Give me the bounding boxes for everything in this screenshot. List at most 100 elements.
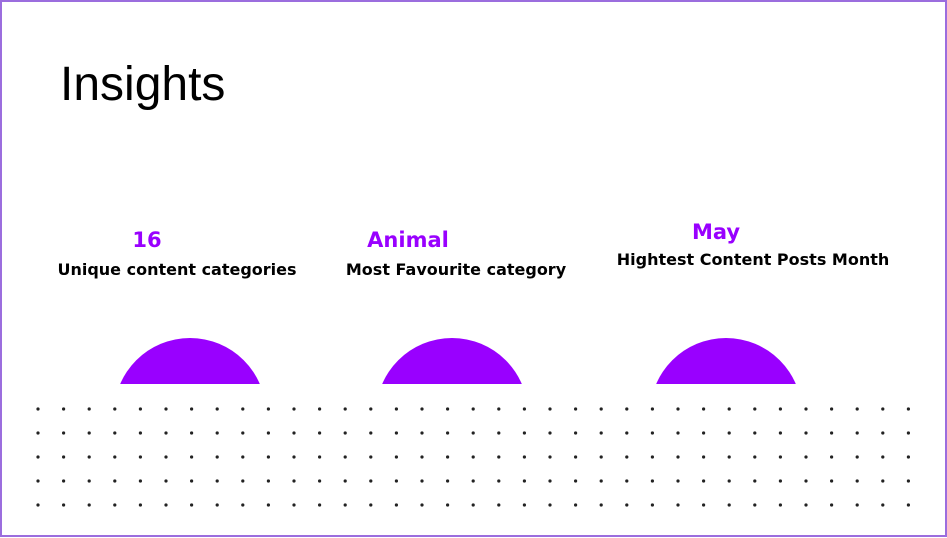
grid-dot bbox=[471, 503, 475, 507]
grid-dot bbox=[497, 455, 501, 459]
grid-dot bbox=[446, 503, 450, 507]
grid-dot bbox=[113, 407, 117, 411]
grid-dot bbox=[855, 431, 859, 435]
grid-dot bbox=[855, 455, 859, 459]
grid-dot bbox=[215, 431, 219, 435]
grid-dot bbox=[215, 503, 219, 507]
grid-dot bbox=[548, 479, 552, 483]
stat-value-favourite-category: Animal bbox=[367, 228, 449, 252]
grid-dot bbox=[676, 455, 680, 459]
grid-dot bbox=[778, 407, 783, 411]
grid-dot bbox=[830, 503, 834, 507]
grid-dot bbox=[650, 407, 655, 411]
grid-dot bbox=[446, 479, 450, 483]
grid-dot bbox=[727, 503, 731, 507]
grid-dot bbox=[446, 407, 450, 411]
grid-dot bbox=[650, 503, 655, 507]
grid-dot bbox=[36, 431, 40, 435]
grid-dot bbox=[87, 455, 91, 459]
grid-dot bbox=[830, 431, 834, 435]
grid-dot bbox=[881, 503, 885, 507]
grid-dot bbox=[241, 407, 245, 411]
grid-dot bbox=[881, 407, 885, 411]
grid-dot bbox=[318, 479, 322, 483]
stat-label-favourite-category: Most Favourite category bbox=[345, 260, 567, 279]
grid-dot bbox=[727, 455, 731, 459]
grid-dot bbox=[87, 407, 91, 411]
grid-dot bbox=[215, 479, 219, 483]
grid-dot bbox=[522, 455, 526, 459]
grid-dot bbox=[804, 503, 808, 507]
grid-dot bbox=[702, 407, 706, 411]
grid-dot bbox=[62, 503, 66, 507]
grid-dot bbox=[343, 479, 347, 483]
grid-dot bbox=[574, 479, 578, 483]
stat-value-top-month: May bbox=[691, 220, 741, 244]
grid-dot bbox=[497, 503, 501, 507]
dot-grid-decoration bbox=[36, 407, 911, 507]
grid-dot bbox=[164, 503, 168, 507]
grid-dot bbox=[62, 431, 66, 435]
grid-dot bbox=[753, 407, 757, 411]
grid-dot bbox=[599, 479, 603, 483]
grid-dot bbox=[625, 431, 629, 435]
grid-dot bbox=[471, 407, 475, 411]
grid-dot bbox=[548, 455, 552, 459]
insights-slide: Insights 16 Unique content categories An… bbox=[0, 0, 947, 537]
grid-dot bbox=[138, 503, 142, 507]
grid-dot bbox=[138, 455, 142, 459]
grid-dot bbox=[343, 455, 347, 459]
grid-dot bbox=[522, 407, 526, 411]
grid-dot bbox=[164, 479, 168, 483]
grid-dot bbox=[292, 455, 296, 459]
grid-dot bbox=[292, 407, 296, 411]
grid-dot bbox=[753, 479, 757, 483]
purple-dome-decoration bbox=[650, 338, 802, 384]
grid-dot bbox=[753, 503, 757, 507]
grid-dot bbox=[420, 431, 424, 435]
stat-value-categories-count: 16 bbox=[132, 228, 162, 252]
grid-dot bbox=[727, 431, 731, 435]
grid-dot bbox=[804, 455, 808, 459]
grid-dot bbox=[906, 407, 911, 411]
grid-dot bbox=[855, 479, 859, 483]
grid-dot bbox=[702, 431, 706, 435]
grid-dot bbox=[87, 503, 91, 507]
grid-dot bbox=[215, 455, 219, 459]
grid-dot bbox=[164, 431, 168, 435]
grid-dot bbox=[599, 431, 603, 435]
grid-dot bbox=[574, 407, 578, 411]
grid-dot bbox=[599, 503, 603, 507]
grid-dot bbox=[138, 479, 142, 483]
grid-dot bbox=[497, 431, 501, 435]
grid-dot bbox=[190, 431, 194, 435]
grid-dot bbox=[138, 407, 142, 411]
page-title: Insights bbox=[60, 58, 226, 111]
grid-dot bbox=[36, 455, 40, 459]
grid-dot bbox=[369, 431, 373, 435]
grid-dot bbox=[62, 479, 66, 483]
grid-dot bbox=[599, 455, 603, 459]
grid-dot bbox=[292, 479, 296, 483]
grid-dot bbox=[113, 503, 117, 507]
grid-dot bbox=[881, 479, 885, 483]
grid-dot bbox=[113, 455, 117, 459]
grid-dot bbox=[394, 431, 398, 435]
grid-dot bbox=[420, 503, 424, 507]
grid-dot bbox=[36, 479, 40, 483]
grid-dot bbox=[394, 407, 398, 411]
grid-dot bbox=[446, 455, 450, 459]
grid-dot bbox=[855, 407, 859, 411]
grid-dot bbox=[266, 407, 270, 411]
grid-dot bbox=[190, 479, 194, 483]
grid-dot bbox=[855, 503, 859, 507]
grid-dot bbox=[574, 455, 578, 459]
grid-dot bbox=[778, 479, 783, 483]
grid-dot bbox=[702, 479, 706, 483]
grid-dot bbox=[164, 455, 168, 459]
grid-dot bbox=[753, 431, 757, 435]
grid-dot bbox=[62, 455, 66, 459]
grid-dot bbox=[343, 431, 347, 435]
grid-dot bbox=[343, 407, 347, 411]
grid-dot bbox=[87, 479, 91, 483]
